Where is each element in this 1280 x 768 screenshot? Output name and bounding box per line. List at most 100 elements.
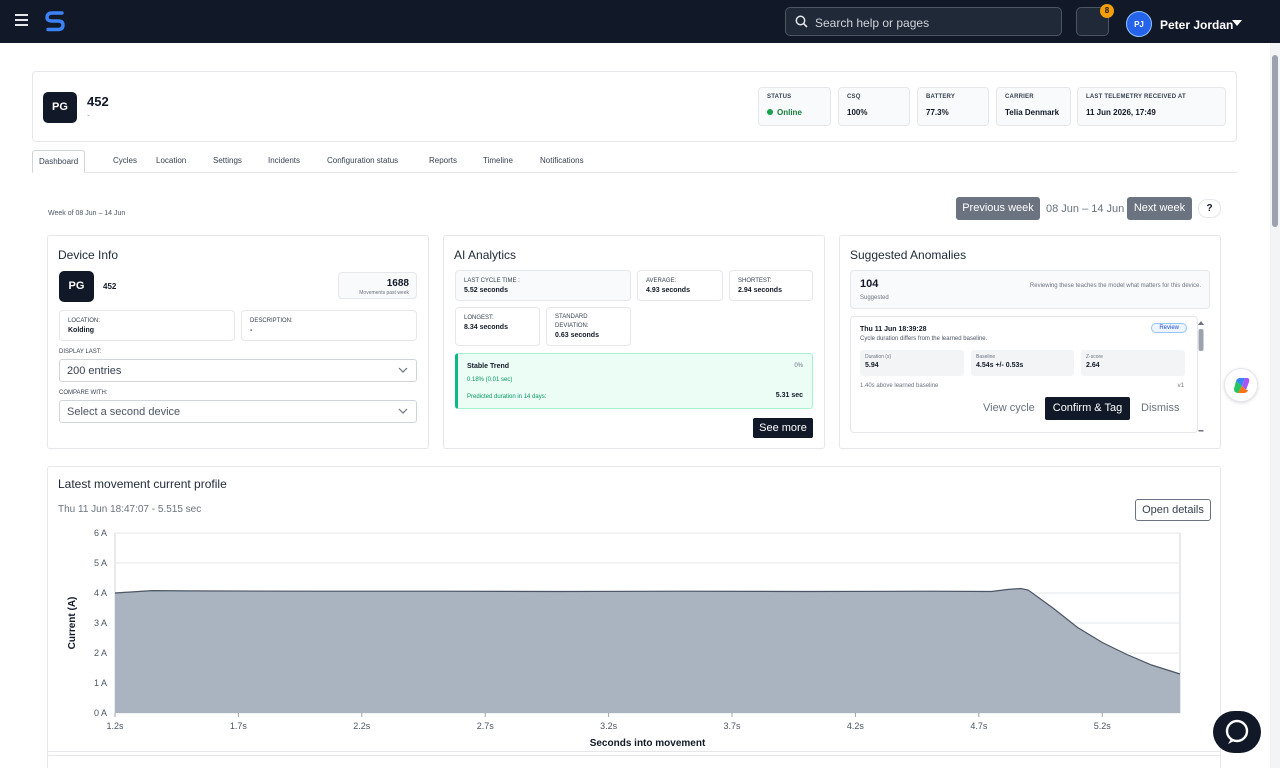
tab-reports[interactable]: Reports: [423, 150, 463, 173]
x-tick-label: 2.2s: [353, 721, 371, 731]
view-cycle-button[interactable]: View cycle: [983, 402, 1035, 414]
copilot-button[interactable]: [1224, 368, 1258, 402]
carrier-value: Telia Denmark: [1005, 108, 1060, 117]
notifications-button[interactable]: 8: [1076, 4, 1114, 36]
tab-dashboard[interactable]: Dashboard: [32, 150, 86, 173]
x-tick-label: 2.7s: [477, 721, 495, 731]
trend-subtitle: 0.18% (0.01 sec): [467, 377, 513, 383]
description-value: -: [250, 327, 253, 334]
next-week-button[interactable]: Next week: [1127, 197, 1192, 220]
std-dev-value: 0.63 seconds: [555, 332, 599, 339]
tab-incidents[interactable]: Incidents: [262, 150, 306, 173]
scrollbar-arrows-icon: [1198, 321, 1204, 432]
notification-count-badge: 8: [1100, 4, 1114, 18]
tab-timeline[interactable]: Timeline: [477, 150, 519, 173]
device-header: PG 452 - STATUS Online CSQ 100% BATTERY …: [32, 71, 1237, 142]
std-dev-label: STANDARD DEVIATION:: [555, 314, 589, 329]
device-name: 452: [87, 94, 109, 109]
x-axis-label: Seconds into movement: [590, 738, 706, 749]
display-last-select[interactable]: 200 entries: [59, 359, 417, 382]
previous-week-button[interactable]: Previous week: [956, 197, 1040, 220]
user-name[interactable]: Peter Jordan: [1160, 18, 1233, 32]
y-tick-label: 3 A: [94, 618, 107, 628]
telemetry-card: LAST TELEMETRY RECEIVED AT 11 Jun 2026, …: [1077, 87, 1226, 126]
x-tick-label: 1.2s: [106, 721, 124, 731]
chat-button[interactable]: [1213, 711, 1261, 753]
help-button[interactable]: ?: [1198, 199, 1221, 218]
trend-panel: Stable Trend 0% 0.18% (0.01 sec) Predict…: [455, 353, 813, 409]
last-cycle-box: LAST CYCLE TIME : 5.52 seconds: [455, 270, 631, 301]
chat-bubble-icon: [1225, 719, 1249, 744]
x-tick-label: 3.7s: [724, 721, 742, 731]
anomaly-time: Thu 11 Jun 18:39:28: [860, 326, 927, 333]
anomaly-count: 104: [860, 278, 879, 290]
anomaly-summary-box: 104 Suggested Reviewing these teaches th…: [850, 270, 1210, 309]
confirm-tag-button[interactable]: Confirm & Tag: [1045, 397, 1130, 420]
anomaly-list-scrollbar[interactable]: [1198, 320, 1204, 434]
search-input[interactable]: Search help or pages: [785, 7, 1062, 36]
display-last-label: DISPLAY LAST:: [59, 349, 102, 355]
search-icon: [795, 15, 808, 28]
tab-bar: Dashboard Cycles Location Settings Incid…: [32, 150, 1238, 173]
page-scrollbar[interactable]: [1270, 43, 1280, 768]
tab-notifications[interactable]: Notifications: [534, 150, 590, 173]
y-tick-label: 2 A: [94, 648, 107, 658]
tab-cycles[interactable]: Cycles: [107, 150, 143, 173]
battery-value: 77.3%: [926, 108, 949, 117]
predicted-value: 5.31 sec: [775, 392, 803, 399]
compare-device-select[interactable]: Select a second device: [59, 400, 417, 423]
status-text: Online: [777, 108, 802, 117]
user-avatar[interactable]: PJ: [1126, 11, 1152, 37]
y-tick-label: 6 A: [94, 528, 107, 538]
status-value: Online: [767, 108, 822, 117]
trend-title: Stable Trend: [467, 363, 510, 370]
y-tick-label: 5 A: [94, 558, 107, 568]
average-box: AVERAGE: 4.93 seconds: [637, 270, 723, 301]
chevron-down-icon[interactable]: [1232, 20, 1242, 26]
dismiss-button[interactable]: Dismiss: [1141, 402, 1180, 414]
online-dot-icon: [767, 109, 773, 115]
next-section-card: [47, 751, 1221, 768]
zscore-value: 2.64: [1086, 362, 1100, 369]
compare-label: COMPARE WITH:: [59, 390, 108, 396]
device-info-card: Device Info PG 452 1688 Movements past w…: [47, 235, 429, 449]
review-badge[interactable]: Review: [1151, 323, 1187, 333]
status-card: STATUS Online: [758, 87, 831, 126]
tab-location[interactable]: Location: [150, 150, 192, 173]
baseline-box: Baseline 4.54s +/- 0.53s: [971, 350, 1074, 376]
ai-analytics-title: AI Analytics: [454, 248, 517, 262]
tab-configuration-status[interactable]: Configuration status: [321, 150, 404, 173]
brand-logo[interactable]: [43, 9, 67, 33]
status-label: STATUS: [767, 94, 792, 100]
last-cycle-label: LAST CYCLE TIME :: [464, 278, 520, 284]
device-info-badge: PG: [59, 271, 94, 302]
longest-value: 8.34 seconds: [464, 324, 508, 331]
x-tick-label: 4.7s: [970, 721, 988, 731]
display-last-value: 200 entries: [67, 365, 122, 377]
tab-settings[interactable]: Settings: [207, 150, 248, 173]
y-tick-label: 1 A: [94, 678, 107, 688]
shortest-label: SHORTEST:: [738, 278, 772, 284]
week-range: 08 Jun – 14 Jun: [1046, 203, 1125, 215]
duration-value: 5.94: [865, 362, 879, 369]
page-scrollbar-thumb[interactable]: [1272, 55, 1278, 227]
zscore-box: Z-score 2.64: [1081, 350, 1185, 376]
see-more-button[interactable]: See more: [753, 418, 813, 438]
movements-box: 1688 Movements past week: [338, 272, 417, 299]
anomaly-list[interactable]: Thu 11 Jun 18:39:28 Cycle duration diffe…: [850, 316, 1198, 433]
y-tick-label: 4 A: [94, 588, 107, 598]
battery-card: BATTERY 77.3%: [917, 87, 989, 126]
top-navigation-bar: Search help or pages 8 PJ Peter Jordan: [0, 0, 1280, 43]
device-info-name: 452: [103, 282, 117, 291]
current-profile-chart: 0 A 1 A 2 A 3 A 4 A 5 A 6 A 1.2s 1.7s 2.2s 2.7s 3.2…: [67, 528, 1181, 749]
y-tick-label: 0 A: [94, 708, 107, 718]
week-of-label: Week of 08 Jun – 14 Jun: [48, 210, 126, 217]
carrier-label: CARRIER: [1005, 94, 1034, 100]
menu-icon[interactable]: [15, 14, 28, 26]
duration-label: Duration (s): [865, 354, 892, 360]
baseline-label: Baseline: [976, 354, 996, 360]
csq-value: 100%: [847, 108, 868, 117]
current-area-fill: [115, 588, 1180, 713]
ai-analytics-card: AI Analytics LAST CYCLE TIME : 5.52 seco…: [443, 235, 825, 449]
y-axis-label: Current (A): [67, 597, 78, 650]
